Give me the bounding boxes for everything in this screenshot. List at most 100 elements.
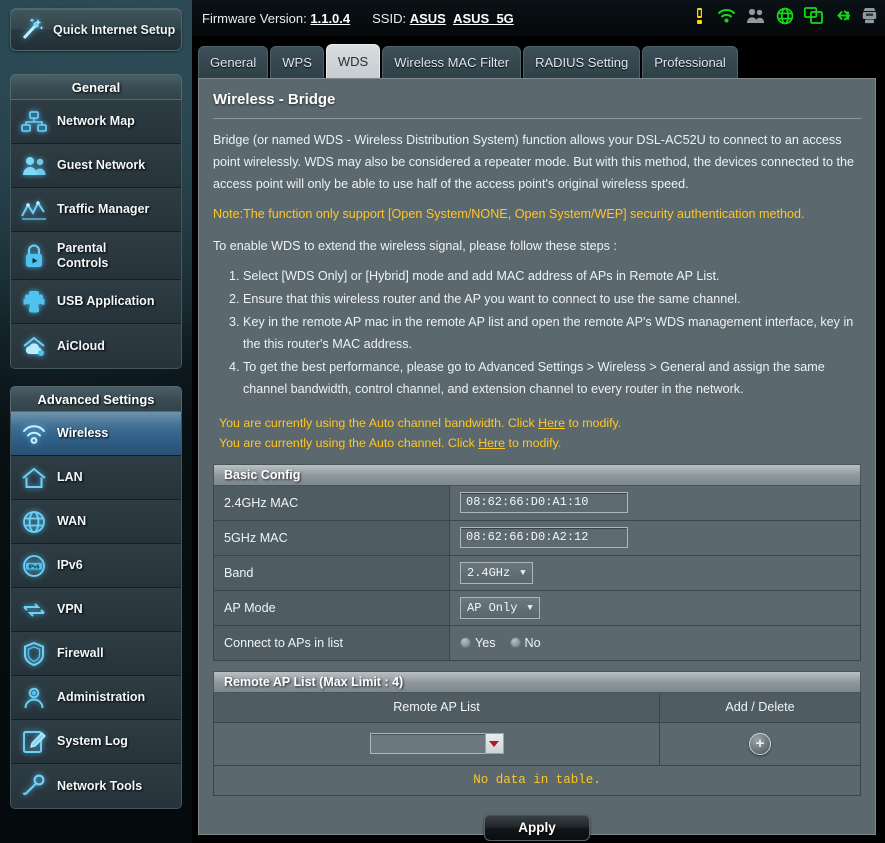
sidebar-item-label: Wireless [57, 426, 109, 441]
network-tools-wrench-icon [11, 773, 57, 799]
auto-bandwidth-here-link[interactable]: Here [538, 416, 565, 430]
sidebar-item-label: Network Map [57, 114, 135, 129]
usb-icon[interactable] [833, 7, 852, 29]
alert-icon[interactable] [692, 7, 707, 30]
input-5ghz-mac[interactable]: 08:62:66:D0:A2:12 [460, 527, 628, 549]
sidebar-item-network-tools[interactable]: Network Tools [11, 764, 181, 808]
label-24ghz-mac: 2.4GHz MAC [214, 485, 450, 520]
col-header-remote-ap-list: Remote AP List [214, 692, 660, 722]
remote-ap-header-row: Remote AP List Add / Delete [213, 692, 861, 723]
radio-option-yes[interactable]: Yes [460, 636, 496, 650]
sidebar-item-system-log[interactable]: System Log [11, 720, 181, 764]
label-5ghz-mac: 5GHz MAC [214, 520, 450, 555]
sidebar-item-label: Parental Controls [57, 241, 133, 270]
input-24ghz-mac[interactable]: 08:62:66:D0:A1:10 [460, 492, 628, 514]
ssid-5g-value[interactable]: ASUS_5G [453, 11, 514, 26]
main-area: Firmware Version: 1.1.0.4 SSID: ASUS ASU… [192, 0, 885, 843]
label-ap-mode: AP Mode [214, 590, 450, 625]
system-log-icon [11, 729, 57, 755]
sidebar-item-label: Traffic Manager [57, 202, 150, 217]
remote-ap-title: Remote AP List (Max Limit : 4) [213, 670, 861, 693]
radio-no-label: No [524, 635, 541, 650]
tab-professional[interactable]: Professional [642, 46, 738, 78]
sidebar-item-vpn[interactable]: VPN [11, 588, 181, 632]
sidebar-item-wireless[interactable]: Wireless [11, 412, 181, 456]
sidebar-item-label: Firewall [57, 646, 104, 661]
sidebar-item-wan[interactable]: WAN [11, 500, 181, 544]
sidebar-item-label: IPv6 [57, 558, 83, 573]
firmware-version: Firmware Version: 1.1.0.4 [202, 11, 350, 26]
aicloud-icon [11, 334, 57, 358]
tab-wps[interactable]: WPS [270, 46, 324, 78]
parental-controls-label-text: Parental Controls [57, 241, 109, 270]
radio-no-input[interactable] [509, 637, 521, 649]
col-header-add-delete: Add / Delete [725, 700, 795, 715]
security-note: Note:The function only support [Open Sys… [213, 207, 805, 222]
sidebar-item-usb-application[interactable]: USB Application [11, 280, 181, 324]
sidebar-item-administration[interactable]: Administration [11, 676, 181, 720]
connect-radio-group: Yes No [460, 636, 549, 650]
sidebar-item-aicloud[interactable]: AiCloud [11, 324, 181, 368]
clients-icon[interactable] [803, 7, 823, 29]
ipv6-icon: IPv6 [11, 553, 57, 579]
svg-text:IPv6: IPv6 [28, 564, 39, 570]
firmware-value[interactable]: 1.1.0.4 [310, 11, 350, 26]
sidebar-item-label: VPN [57, 602, 83, 617]
remote-ap-dropdown-button[interactable] [484, 733, 504, 755]
ssid-24-value[interactable]: ASUS [410, 11, 446, 26]
step-item: Ensure that this wireless router and the… [243, 288, 861, 311]
tab-wds[interactable]: WDS [325, 44, 381, 78]
sidebar-item-label: WAN [57, 514, 87, 529]
sidebar-general-group: Network Map Guest Network Traffic Manage… [10, 100, 182, 369]
remote-ap-combo[interactable] [369, 733, 504, 755]
plus-circle-icon: + [755, 735, 765, 753]
row-band: Band 2.4GHz ▼ [213, 555, 861, 591]
wireless-tabs: General WPS WDS Wireless MAC Filter RADI… [192, 36, 885, 78]
wifi-icon[interactable] [717, 7, 736, 29]
sidebar-item-lan[interactable]: LAN [11, 456, 181, 500]
quick-internet-setup-button[interactable]: Quick Internet Setup [10, 8, 182, 51]
content-panel: Wireless - Bridge Bridge (or named WDS -… [198, 78, 876, 841]
select-band[interactable]: 2.4GHz ▼ [460, 561, 533, 584]
row-connect-to-aps: Connect to APs in list Yes No [213, 625, 861, 661]
remote-ap-input[interactable] [369, 733, 485, 755]
label-band: Band [214, 555, 450, 590]
select-ap-mode-value: AP Only [467, 600, 518, 615]
tab-general[interactable]: General [198, 46, 269, 78]
sidebar-item-ipv6[interactable]: IPv6 IPv6 [11, 544, 181, 588]
sidebar-item-traffic-manager[interactable]: Traffic Manager [11, 188, 181, 232]
apply-button[interactable]: Apply [484, 813, 590, 841]
auto-channel-here-link[interactable]: Here [478, 436, 505, 450]
row-5ghz-mac: 5GHz MAC 08:62:66:D0:A2:12 [213, 520, 861, 556]
label-connect-to-aps: Connect to APs in list [214, 625, 450, 660]
auto-channel-warning-post: to modify. [505, 436, 562, 451]
lan-home-icon [11, 466, 57, 490]
sidebar-item-firewall[interactable]: Firewall [11, 632, 181, 676]
chevron-down-icon: ▼ [527, 602, 533, 613]
top-status-bar: Firmware Version: 1.1.0.4 SSID: ASUS ASU… [192, 0, 885, 36]
ssid-info: SSID: ASUS ASUS_5G [372, 11, 514, 26]
page-description: Bridge (or named WDS - Wireless Distribu… [213, 133, 854, 192]
internet-globe-icon[interactable] [776, 7, 794, 30]
steps-intro: To enable WDS to extend the wireless sig… [213, 239, 617, 254]
sidebar-item-parental-controls[interactable]: Parental Controls [11, 232, 181, 280]
add-remote-ap-button[interactable]: + [749, 732, 771, 755]
select-ap-mode[interactable]: AP Only ▼ [460, 596, 540, 619]
sidebar-item-label: Network Tools [57, 778, 143, 793]
network-map-icon [11, 110, 57, 134]
step-item: To get the best performance, please go t… [243, 356, 861, 401]
guest-users-icon[interactable] [746, 7, 766, 29]
printer-icon[interactable] [862, 7, 877, 29]
remote-ap-section: Remote AP List (Max Limit : 4) Remote AP… [213, 670, 861, 796]
tab-radius-setting[interactable]: RADIUS Setting [523, 46, 641, 78]
tab-wireless-mac-filter[interactable]: Wireless MAC Filter [382, 46, 522, 78]
firewall-shield-icon [11, 641, 57, 667]
chevron-down-icon: ▼ [520, 567, 526, 578]
wan-globe-icon [11, 509, 57, 535]
radio-yes-input[interactable] [460, 637, 471, 649]
sidebar-item-network-map[interactable]: Network Map [11, 100, 181, 144]
auto-bandwidth-warning-post: to modify. [565, 416, 622, 431]
sidebar-item-guest-network[interactable]: Guest Network [11, 144, 181, 188]
radio-option-no[interactable]: No [509, 635, 541, 650]
wds-steps-list: Select [WDS Only] or [Hybrid] mode and a… [243, 265, 861, 401]
